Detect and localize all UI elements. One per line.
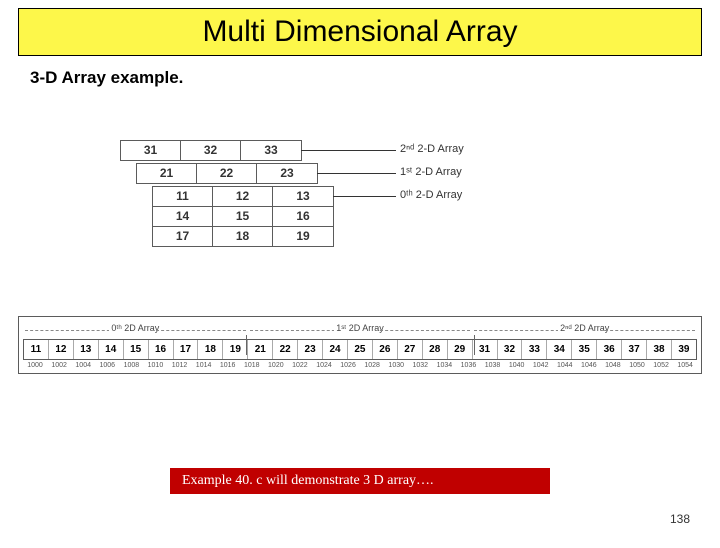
memory-cell: 16 bbox=[149, 340, 174, 359]
address-cell: 1044 bbox=[553, 362, 577, 369]
memory-cell: 36 bbox=[597, 340, 622, 359]
cell: 18 bbox=[213, 227, 273, 246]
memory-layout-figure: 0ᵗʰ 2D Array 1ˢᵗ 2D Array 2ⁿᵈ 2D Array 1… bbox=[18, 316, 702, 374]
memory-cell: 31 bbox=[473, 340, 498, 359]
address-cell: 1002 bbox=[47, 362, 71, 369]
cell: 31 bbox=[121, 141, 181, 160]
memory-cell: 27 bbox=[398, 340, 423, 359]
address-cell: 1052 bbox=[649, 362, 673, 369]
address-cell: 1028 bbox=[360, 362, 384, 369]
address-cell: 1022 bbox=[288, 362, 312, 369]
cell: 21 bbox=[137, 164, 197, 183]
layer-label-0: 0ᵗʰ 2-D Array bbox=[400, 189, 462, 201]
memory-cell: 14 bbox=[99, 340, 124, 359]
memory-cell: 19 bbox=[223, 340, 248, 359]
cell: 11 bbox=[153, 187, 213, 206]
divider-line bbox=[246, 335, 247, 355]
layer-label-1: 1ˢᵗ 2-D Array bbox=[400, 166, 462, 178]
address-cell: 1054 bbox=[673, 362, 697, 369]
address-cell: 1008 bbox=[119, 362, 143, 369]
address-cell: 1000 bbox=[23, 362, 47, 369]
address-cell: 1042 bbox=[529, 362, 553, 369]
address-cell: 1038 bbox=[480, 362, 504, 369]
memory-values-row: 1112131415161718192122232425262728293132… bbox=[23, 339, 697, 360]
slide-subtitle: 3-D Array example. bbox=[30, 68, 720, 88]
address-cell: 1046 bbox=[577, 362, 601, 369]
address-cell: 1050 bbox=[625, 362, 649, 369]
memory-cell: 34 bbox=[547, 340, 572, 359]
divider-line bbox=[474, 335, 475, 355]
address-cell: 1006 bbox=[95, 362, 119, 369]
address-cell: 1012 bbox=[167, 362, 191, 369]
array-layer-2: 31 32 33 bbox=[120, 140, 302, 161]
memory-cell: 37 bbox=[622, 340, 647, 359]
memory-cell: 22 bbox=[273, 340, 298, 359]
memory-cell: 24 bbox=[323, 340, 348, 359]
address-cell: 1032 bbox=[408, 362, 432, 369]
memory-cell: 26 bbox=[373, 340, 398, 359]
memory-cell: 32 bbox=[498, 340, 523, 359]
memory-cell: 28 bbox=[423, 340, 448, 359]
footer-text: Example 40. c will demonstrate 3 D array… bbox=[182, 473, 434, 488]
memory-cell: 23 bbox=[298, 340, 323, 359]
array-layer-0: 11 12 13 14 15 16 17 18 19 bbox=[152, 186, 334, 247]
connector-line bbox=[301, 150, 396, 151]
address-cell: 1004 bbox=[71, 362, 95, 369]
address-cell: 1048 bbox=[601, 362, 625, 369]
cell: 33 bbox=[241, 141, 301, 160]
slide-title-bar: Multi Dimensional Array bbox=[18, 8, 702, 56]
memory-cell: 17 bbox=[174, 340, 199, 359]
cell: 13 bbox=[273, 187, 333, 206]
memory-cell: 13 bbox=[74, 340, 99, 359]
address-cell: 1036 bbox=[456, 362, 480, 369]
memory-cell: 15 bbox=[124, 340, 149, 359]
cell: 15 bbox=[213, 207, 273, 226]
memory-cell: 12 bbox=[49, 340, 74, 359]
connector-line bbox=[317, 173, 396, 174]
layer-label-2: 2ⁿᵈ 2-D Array bbox=[400, 143, 464, 155]
slide-title: Multi Dimensional Array bbox=[202, 15, 517, 48]
memory-cell: 29 bbox=[448, 340, 473, 359]
range-1: 1ˢᵗ 2D Array bbox=[248, 323, 473, 337]
memory-cell: 35 bbox=[572, 340, 597, 359]
address-cell: 1016 bbox=[216, 362, 240, 369]
range-2: 2ⁿᵈ 2D Array bbox=[472, 323, 697, 337]
address-cell: 1024 bbox=[312, 362, 336, 369]
cell: 23 bbox=[257, 164, 317, 183]
address-cell: 1020 bbox=[264, 362, 288, 369]
cell: 14 bbox=[153, 207, 213, 226]
memory-cell: 25 bbox=[348, 340, 373, 359]
memory-cell: 21 bbox=[248, 340, 273, 359]
cell: 32 bbox=[181, 141, 241, 160]
memory-cell: 38 bbox=[647, 340, 672, 359]
memory-addresses-row: 1000100210041006100810101012101410161018… bbox=[23, 362, 697, 369]
address-cell: 1010 bbox=[143, 362, 167, 369]
cell: 12 bbox=[213, 187, 273, 206]
memory-cell: 33 bbox=[522, 340, 547, 359]
array-layer-1: 21 22 23 bbox=[136, 163, 318, 184]
memory-cell: 39 bbox=[672, 340, 696, 359]
range-0: 0ᵗʰ 2D Array bbox=[23, 323, 248, 337]
cell: 22 bbox=[197, 164, 257, 183]
page-number: 138 bbox=[670, 512, 690, 526]
memory-cell: 11 bbox=[24, 340, 49, 359]
cell: 17 bbox=[153, 227, 213, 246]
address-cell: 1030 bbox=[384, 362, 408, 369]
stacked-3d-array-figure: 31 32 33 21 22 23 11 12 13 14 15 16 17 1… bbox=[120, 140, 500, 300]
connector-line bbox=[333, 196, 396, 197]
address-cell: 1018 bbox=[240, 362, 264, 369]
address-cell: 1014 bbox=[192, 362, 216, 369]
footer-callout: Example 40. c will demonstrate 3 D array… bbox=[170, 468, 550, 494]
memory-range-labels: 0ᵗʰ 2D Array 1ˢᵗ 2D Array 2ⁿᵈ 2D Array bbox=[23, 323, 697, 337]
memory-cell: 18 bbox=[198, 340, 223, 359]
address-cell: 1026 bbox=[336, 362, 360, 369]
address-cell: 1040 bbox=[505, 362, 529, 369]
cell: 19 bbox=[273, 227, 333, 246]
cell: 16 bbox=[273, 207, 333, 226]
address-cell: 1034 bbox=[432, 362, 456, 369]
